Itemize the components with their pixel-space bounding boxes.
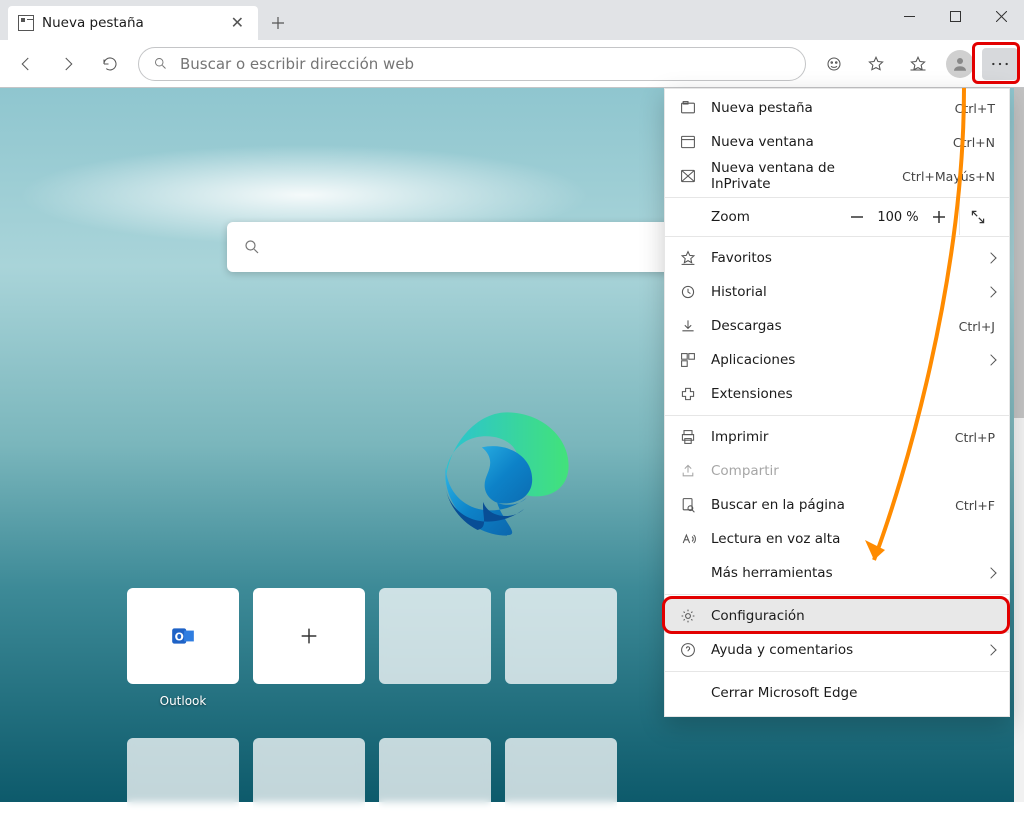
empty-quick-link-slot[interactable] xyxy=(127,738,239,834)
fullscreen-button[interactable] xyxy=(959,199,995,235)
new-tab-page-icon xyxy=(18,15,34,31)
quick-link-outlook[interactable]: O Outlook xyxy=(127,588,239,684)
extension-icon xyxy=(679,385,697,403)
menu-item-close-edge[interactable]: Cerrar Microsoft Edge xyxy=(665,676,1009,710)
menu-separator xyxy=(665,671,1009,672)
refresh-button[interactable] xyxy=(90,44,130,84)
svg-text:O: O xyxy=(175,630,184,643)
menu-item-extensions[interactable]: Extensiones xyxy=(665,377,1009,411)
gear-icon xyxy=(679,607,697,625)
print-icon xyxy=(679,428,697,446)
more-menu-button[interactable] xyxy=(982,48,1018,80)
maximize-button[interactable] xyxy=(932,0,978,32)
find-icon xyxy=(679,496,697,514)
window-icon xyxy=(679,133,697,151)
menu-item-new-window[interactable]: Nueva ventana Ctrl+N xyxy=(665,125,1009,159)
empty-quick-link-slot[interactable] xyxy=(253,738,365,834)
empty-quick-link-slot[interactable] xyxy=(379,738,491,834)
back-button[interactable] xyxy=(6,44,46,84)
quick-link-label: Outlook xyxy=(127,694,239,708)
menu-item-new-tab[interactable]: Nueva pestaña Ctrl+T xyxy=(665,91,1009,125)
menu-item-history[interactable]: Historial xyxy=(665,275,1009,309)
empty-quick-link-slot[interactable] xyxy=(505,588,617,684)
edge-logo-icon xyxy=(437,404,577,544)
chevron-right-icon xyxy=(985,567,996,578)
star-icon xyxy=(679,249,697,267)
browser-tab[interactable]: Nueva pestaña ✕ xyxy=(8,6,258,40)
menu-item-find-in-page[interactable]: Buscar en la página Ctrl+F xyxy=(665,488,1009,522)
chevron-right-icon xyxy=(985,252,996,263)
inprivate-icon xyxy=(679,167,697,185)
zoom-controls: Zoom 100 % xyxy=(665,197,1009,237)
add-quick-link-button[interactable] xyxy=(253,588,365,684)
close-window-button[interactable] xyxy=(978,0,1024,32)
window-controls xyxy=(886,0,1024,40)
search-icon xyxy=(243,238,261,256)
menu-separator xyxy=(665,594,1009,595)
menu-item-favorites[interactable]: Favoritos xyxy=(665,241,1009,275)
empty-quick-link-slot[interactable] xyxy=(505,738,617,834)
tracking-prevention-button[interactable] xyxy=(814,44,854,84)
menu-item-downloads[interactable]: Descargas Ctrl+J xyxy=(665,309,1009,343)
vertical-scrollbar[interactable] xyxy=(1014,88,1024,802)
close-tab-button[interactable]: ✕ xyxy=(227,11,248,35)
avatar-icon xyxy=(946,50,974,78)
download-icon xyxy=(679,317,697,335)
chevron-right-icon xyxy=(985,286,996,297)
address-bar[interactable] xyxy=(138,47,806,81)
window-titlebar: Nueva pestaña ✕ xyxy=(0,0,1024,40)
new-tab-icon xyxy=(679,99,697,117)
minimize-button[interactable] xyxy=(886,0,932,32)
empty-quick-link-slot[interactable] xyxy=(379,588,491,684)
browser-toolbar xyxy=(0,40,1024,88)
favorite-star-button[interactable] xyxy=(856,44,896,84)
favorites-bar-button[interactable] xyxy=(898,44,938,84)
forward-button[interactable] xyxy=(48,44,88,84)
menu-item-new-inprivate[interactable]: Nueva ventana de InPrivate Ctrl+Mayús+N xyxy=(665,159,1009,193)
profile-button[interactable] xyxy=(940,44,980,84)
new-tab-button[interactable] xyxy=(258,6,298,40)
menu-item-apps[interactable]: Aplicaciones xyxy=(665,343,1009,377)
scrollbar-thumb[interactable] xyxy=(1014,88,1024,418)
apps-icon xyxy=(679,351,697,369)
zoom-value: 100 % xyxy=(871,210,925,225)
zoom-in-button[interactable] xyxy=(925,203,953,231)
settings-and-more-menu: Nueva pestaña Ctrl+T Nueva ventana Ctrl+… xyxy=(664,88,1010,717)
share-icon xyxy=(679,462,697,480)
menu-item-share: Compartir xyxy=(665,454,1009,488)
search-icon xyxy=(153,56,168,71)
help-icon xyxy=(679,641,697,659)
address-input[interactable] xyxy=(178,54,791,74)
menu-item-help[interactable]: Ayuda y comentarios xyxy=(665,633,1009,667)
zoom-out-button[interactable] xyxy=(843,203,871,231)
history-icon xyxy=(679,283,697,301)
chevron-right-icon xyxy=(985,354,996,365)
menu-item-read-aloud[interactable]: Lectura en voz alta xyxy=(665,522,1009,556)
read-aloud-icon xyxy=(679,530,697,548)
zoom-label: Zoom xyxy=(711,209,843,225)
menu-separator xyxy=(665,415,1009,416)
menu-item-more-tools[interactable]: Más herramientas xyxy=(665,556,1009,590)
chevron-right-icon xyxy=(985,644,996,655)
outlook-icon: O xyxy=(169,622,197,650)
menu-item-print[interactable]: Imprimir Ctrl+P xyxy=(665,420,1009,454)
tab-title: Nueva pestaña xyxy=(42,15,219,31)
menu-item-settings[interactable]: Configuración xyxy=(665,599,1009,633)
